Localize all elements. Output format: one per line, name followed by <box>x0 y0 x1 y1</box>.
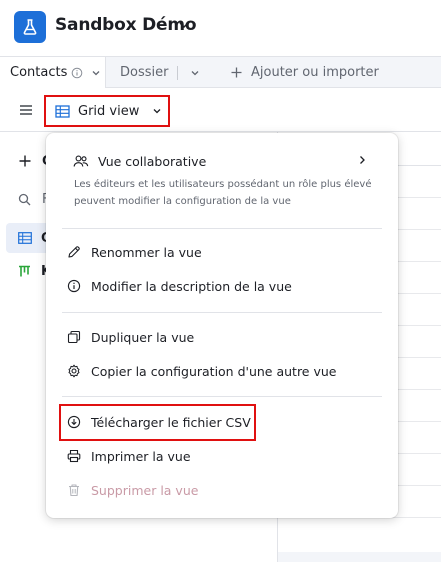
menu-item-rename-view[interactable]: Renommer la vue <box>67 237 377 267</box>
app-header: Sandbox Démo <box>0 0 441 56</box>
view-toolbar: Grid view <box>0 88 441 132</box>
rename-label: Renommer la vue <box>91 244 202 260</box>
users-icon <box>73 155 89 167</box>
view-name: Grid view <box>78 103 140 119</box>
menu-item-print-view[interactable]: Imprimer la vue <box>67 441 377 471</box>
kanban-icon <box>19 265 30 276</box>
search-icon <box>18 193 31 205</box>
tab-contacts-label: Contacts <box>10 65 68 80</box>
menu-item-edit-description[interactable]: Modifier la description de la vue <box>67 271 377 301</box>
view-options-menu: Vue collaborative Les éditeurs et les ut… <box>46 133 398 518</box>
tab-dossier[interactable]: Dossier <box>120 57 168 88</box>
menu-item-download-csv[interactable]: Télécharger le fichier CSV <box>67 407 377 437</box>
add-or-import-label: Ajouter ou importer <box>251 65 379 80</box>
tab-contacts[interactable]: Contacts <box>0 57 106 88</box>
info-icon[interactable] <box>71 67 83 79</box>
grid-footer <box>278 552 441 562</box>
chevron-down-icon[interactable] <box>177 18 191 32</box>
chevron-right-icon <box>360 156 365 164</box>
menu-divider <box>62 312 382 313</box>
menu-item-delete-view[interactable]: Supprimer la vue <box>67 475 377 505</box>
download-icon <box>67 415 81 429</box>
delete-label: Supprimer la vue <box>91 482 199 498</box>
copy-config-label: Copier la configuration d'une autre vue <box>91 363 337 379</box>
gear-icon <box>68 364 80 378</box>
tab-dossier-label: Dossier <box>120 65 169 80</box>
hamburger-menu-icon[interactable] <box>18 102 34 118</box>
pencil-icon <box>68 246 80 258</box>
duplicate-icon <box>67 330 81 344</box>
grid-icon <box>55 104 70 118</box>
download-csv-label: Télécharger le fichier CSV <box>91 414 251 430</box>
info-icon <box>67 279 81 293</box>
table-tabs: Contacts Dossier Ajouter ou importer <box>0 56 441 88</box>
collab-title: Vue collaborative <box>98 153 207 169</box>
printer-icon <box>67 449 81 463</box>
plus-icon <box>231 67 242 78</box>
chevron-down-icon[interactable] <box>189 67 201 79</box>
collab-description: Les éditeurs et les utilisateurs posséda… <box>74 179 372 207</box>
print-label: Imprimer la vue <box>91 448 191 464</box>
duplicate-label: Dupliquer la vue <box>91 329 195 345</box>
flask-icon[interactable] <box>14 11 46 43</box>
app-title[interactable]: Sandbox Démo <box>55 15 197 35</box>
menu-item-collaborative-view[interactable]: Vue collaborative <box>73 146 383 176</box>
grid-icon <box>18 232 32 244</box>
chevron-down-icon <box>153 109 161 114</box>
plus-icon <box>19 155 31 167</box>
tab-separator <box>177 66 178 80</box>
add-or-import-button[interactable]: Ajouter ou importer <box>230 57 379 88</box>
menu-divider <box>62 228 382 229</box>
menu-divider <box>62 396 382 397</box>
edit-description-label: Modifier la description de la vue <box>91 278 292 294</box>
trash-icon <box>69 484 79 497</box>
menu-item-copy-configuration[interactable]: Copier la configuration d'une autre vue <box>67 356 377 386</box>
chevron-down-icon[interactable] <box>90 67 102 79</box>
view-switcher-button[interactable]: Grid view <box>44 95 170 127</box>
menu-item-duplicate-view[interactable]: Dupliquer la vue <box>67 322 377 352</box>
